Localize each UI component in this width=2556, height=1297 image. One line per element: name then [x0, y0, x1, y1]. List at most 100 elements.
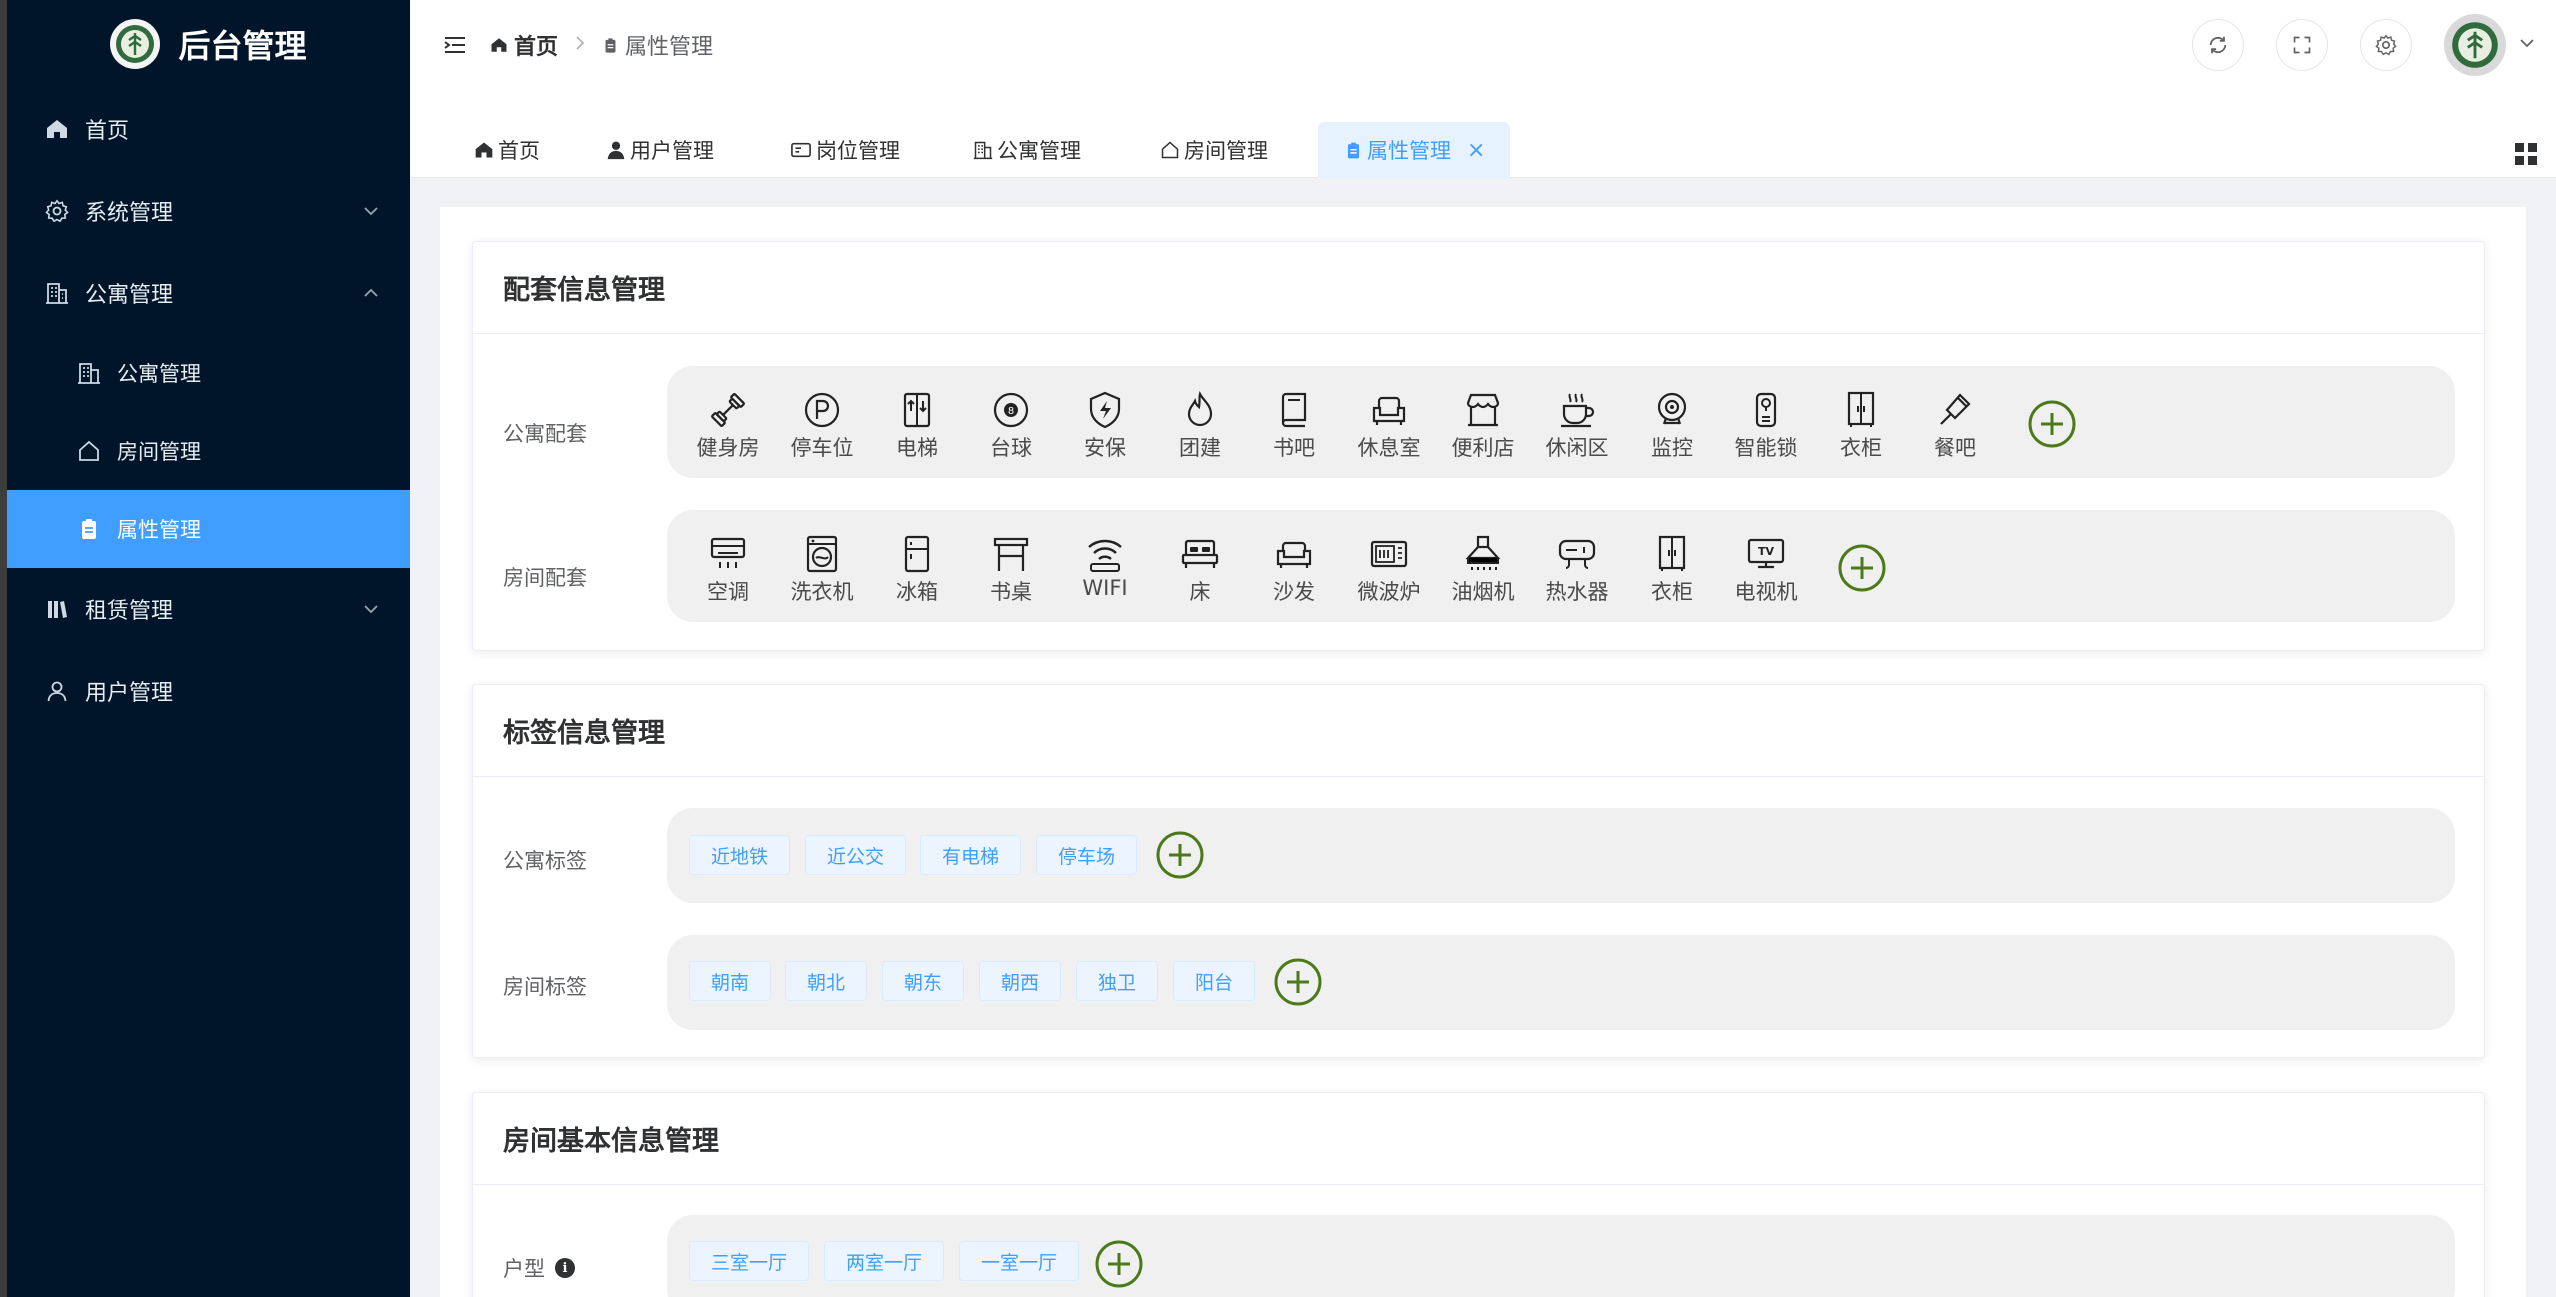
tag-item[interactable]: 朝东: [882, 961, 965, 1001]
sofa-icon: [1372, 396, 1406, 425]
tag-item[interactable]: 独卫: [1076, 961, 1159, 1001]
facility-item[interactable]: 安保: [1057, 390, 1153, 462]
facility-item[interactable]: WIFI: [1057, 534, 1153, 600]
facility-item[interactable]: 餐吧: [1907, 390, 2003, 462]
sidebar-item-label: 系统管理: [85, 201, 174, 226]
settings-button[interactable]: [2360, 19, 2412, 71]
refresh-button[interactable]: [2192, 19, 2244, 71]
add-apartment-tag-button[interactable]: [1155, 830, 1205, 880]
facility-item[interactable]: 油烟机: [1435, 534, 1531, 606]
tag-item[interactable]: 一室一厅: [959, 1241, 1080, 1281]
facility-item[interactable]: 床: [1152, 534, 1248, 606]
facility-item[interactable]: 团建: [1152, 390, 1248, 462]
tab-label: 房间管理: [1184, 139, 1268, 163]
sidebar-item-label: 首页: [85, 119, 130, 144]
sidebar: 后台管理 首页 系统管理 公寓管理 公寓管理 房间管理 属性管理 租赁管理 用户…: [7, 0, 410, 1297]
window-frame: [0, 0, 7, 1297]
breadcrumb-home[interactable]: 首页: [490, 29, 558, 61]
tag-item[interactable]: 朝南: [689, 961, 772, 1001]
range-hood-icon: [1465, 535, 1501, 570]
sidebar-menu: 首页 系统管理 公寓管理 公寓管理 房间管理 属性管理 租赁管理 用户管理: [7, 88, 410, 732]
facility-item[interactable]: 衣柜: [1624, 534, 1720, 606]
sidebar-item-home[interactable]: 首页: [7, 88, 410, 170]
facility-item[interactable]: 冰箱: [869, 534, 965, 606]
chevron-up-icon: [362, 283, 380, 308]
facility-item[interactable]: 休息室: [1341, 390, 1437, 462]
fridge-icon: [904, 535, 930, 573]
facility-item[interactable]: 电梯: [869, 390, 965, 462]
facility-item[interactable]: 空调: [680, 534, 776, 606]
tag-item[interactable]: 近地铁: [689, 835, 791, 875]
add-apartment-facility-button[interactable]: [2027, 399, 2077, 449]
breadcrumb-current-label: 属性管理: [625, 35, 714, 60]
facility-item[interactable]: 书吧: [1246, 390, 1342, 462]
card-title: 房间基本信息管理: [473, 1093, 2484, 1185]
fullscreen-button[interactable]: [2276, 19, 2328, 71]
sidebar-item-lease[interactable]: 租赁管理: [7, 568, 410, 650]
facility-item[interactable]: 衣柜: [1813, 390, 1909, 462]
wifi-icon: [1088, 539, 1122, 572]
facility-item[interactable]: 便利店: [1435, 390, 1531, 462]
sidebar-item-rooms[interactable]: 房间管理: [7, 412, 410, 490]
tableware-icon: [1940, 393, 1971, 425]
sidebar-item-attributes[interactable]: 属性管理: [7, 490, 410, 568]
tab-positions[interactable]: 岗位管理: [790, 122, 900, 178]
card-title: 配套信息管理: [473, 242, 2484, 334]
tab-rooms[interactable]: 房间管理: [1160, 122, 1268, 178]
tv-icon: TV: [1747, 538, 1785, 569]
chevron-right-icon: [574, 33, 586, 58]
facility-item[interactable]: 健身房: [680, 390, 776, 462]
building-icon: [973, 140, 993, 160]
shield-icon: [1089, 391, 1121, 429]
tag-item[interactable]: 停车场: [1036, 835, 1138, 875]
tag-item[interactable]: 朝西: [979, 961, 1062, 1001]
grid-menu-icon[interactable]: [2514, 142, 2538, 170]
layout-label: 户型 i: [503, 1253, 575, 1283]
add-room-tag-button[interactable]: [1273, 957, 1323, 1007]
facility-item[interactable]: TV 电视机: [1718, 534, 1814, 606]
close-icon[interactable]: ×: [1467, 138, 1485, 163]
sidebar-item-apartment-group[interactable]: 公寓管理: [7, 252, 410, 334]
tag-item[interactable]: 两室一厅: [824, 1241, 945, 1281]
sidebar-logo[interactable]: 后台管理: [7, 0, 410, 88]
facility-item[interactable]: 沙发: [1246, 534, 1342, 606]
facility-item[interactable]: 监控: [1624, 390, 1720, 462]
sidebar-item-users[interactable]: 用户管理: [7, 650, 410, 732]
top-header: 首页 属性管理: [410, 0, 2556, 90]
gear-icon: [2375, 34, 2397, 56]
tab-attributes[interactable]: 属性管理 ×: [1318, 122, 1510, 178]
elevator-icon: [903, 392, 931, 428]
air-conditioner-icon: [710, 537, 746, 568]
facility-item[interactable]: 洗衣机: [774, 534, 870, 606]
tab-apartments[interactable]: 公寓管理: [973, 122, 1081, 178]
house-icon: [75, 437, 103, 465]
tab-home[interactable]: 首页: [474, 122, 540, 178]
facility-item[interactable]: 微波炉: [1341, 534, 1437, 606]
logo-icon: [110, 19, 161, 69]
tag-item[interactable]: 近公交: [805, 835, 907, 875]
tag-item[interactable]: 三室一厅: [689, 1241, 810, 1281]
smart-lock-icon: [1755, 392, 1777, 428]
microwave-icon: [1370, 540, 1408, 568]
chevron-down-icon[interactable]: [2518, 34, 2536, 56]
info-icon[interactable]: i: [555, 1258, 575, 1278]
facility-item[interactable]: 8 台球: [963, 390, 1059, 462]
avatar[interactable]: [2444, 14, 2506, 76]
tag-item[interactable]: 有电梯: [920, 835, 1022, 875]
chevron-down-icon: [362, 201, 380, 226]
add-room-facility-button[interactable]: [1837, 543, 1887, 593]
menu-toggle-icon[interactable]: [442, 34, 468, 56]
layout-label-text: 户型: [503, 1257, 545, 1281]
facility-item[interactable]: 休闲区: [1529, 390, 1625, 462]
plus-circle-icon: [1095, 1240, 1143, 1288]
tag-item[interactable]: 阳台: [1173, 961, 1256, 1001]
facility-item[interactable]: 智能锁: [1718, 390, 1814, 462]
facility-item[interactable]: 书桌: [963, 534, 1059, 606]
sidebar-item-system[interactable]: 系统管理: [7, 170, 410, 252]
tab-users[interactable]: 用户管理: [606, 122, 714, 178]
add-layout-tag-button[interactable]: [1094, 1239, 1144, 1289]
sidebar-item-apartments[interactable]: 公寓管理: [7, 334, 410, 412]
facility-item[interactable]: 停车位: [774, 390, 870, 462]
facility-item[interactable]: 热水器: [1529, 534, 1625, 606]
tag-item[interactable]: 朝北: [785, 961, 868, 1001]
